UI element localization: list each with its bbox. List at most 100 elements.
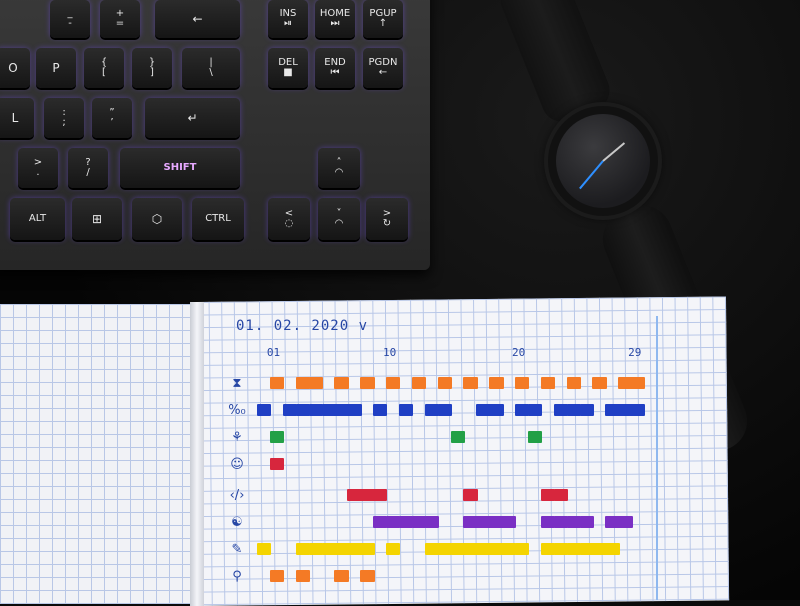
mark-percent-day-3 (295, 404, 311, 416)
key-2: ← (155, 0, 240, 38)
key-24: ⬡ (132, 198, 182, 240)
key-19: ? / (68, 148, 108, 188)
key-23: ⊞ (72, 198, 122, 240)
mark-pencil-day-0 (257, 543, 272, 555)
key-11: DEL ■ (268, 48, 308, 88)
key-10: | \ (182, 48, 240, 88)
mark-hourglass-day-10 (386, 377, 401, 389)
mark-hourglass-day-22 (540, 377, 556, 389)
mark-percent-day-23 (553, 404, 569, 416)
mark-yin-yang-day-19 (502, 516, 517, 528)
mark-percent-day-21 (527, 404, 543, 416)
mark-percent-day-0 (257, 404, 272, 416)
mark-code-day-16 (463, 489, 478, 501)
key-13: PGDN ← (363, 48, 403, 88)
mark-percent-day-13 (424, 404, 440, 416)
day-label-29: 29 (628, 346, 642, 359)
day-label-10: 10 (383, 346, 397, 359)
key-4: HOME ⏭ (315, 0, 355, 38)
notebook (0, 296, 735, 606)
mark-hourglass-day-4 (308, 377, 323, 389)
mark-puzzle-day-15 (450, 431, 465, 443)
mark-bicycle-day-8 (360, 570, 375, 582)
mark-pencil-day-24 (566, 543, 581, 555)
smiley-icon: ☺ (230, 456, 244, 472)
mark-puzzle-day-1 (269, 431, 285, 443)
mark-hourglass-day-14 (437, 377, 452, 389)
mark-pencil-day-13 (424, 543, 440, 555)
key-9: } ] (132, 48, 172, 88)
mark-code-day-23 (553, 489, 569, 501)
key-18: > . (18, 148, 58, 188)
mark-smiley-day-1 (269, 458, 285, 470)
bicycle-icon: ⚲ (232, 568, 242, 584)
mark-hourglass-day-29 (631, 377, 646, 389)
mark-hourglass-day-26 (592, 377, 607, 389)
percent-icon: %₀ (228, 402, 246, 418)
mark-percent-day-14 (437, 404, 452, 416)
day-label-20: 20 (512, 346, 526, 359)
mark-yin-yang-day-28 (618, 516, 633, 528)
mark-hourglass-day-20 (515, 377, 530, 389)
mark-hourglass-day-24 (566, 377, 581, 389)
key-15: : ; (44, 98, 84, 138)
key-21: ˄ ◠ (318, 148, 360, 188)
key-5: PGUP ↑ (363, 0, 403, 38)
mark-bicycle-day-1 (269, 570, 285, 582)
mark-pencil-day-3 (295, 543, 311, 555)
code-icon: ‹/› (229, 487, 245, 503)
mark-bicycle-day-3 (295, 570, 311, 582)
key-3: INS ⏯ (268, 0, 308, 38)
key-0: _ - (50, 0, 90, 38)
key-14: L (0, 98, 34, 138)
yin-yang-icon: ☯ (231, 514, 243, 530)
key-27: ˅ ◠ (318, 198, 360, 240)
notebook-right-page (196, 296, 730, 606)
mark-pencil-day-8 (360, 543, 375, 555)
mark-pencil-day-23 (553, 543, 569, 555)
keyboard: _ - + = ← INS ⏯ HOME ⏭ PGUP ↑ O P{ [} ] | \ DEL ■… (0, 0, 430, 270)
key-26: < ◌ (268, 198, 310, 240)
key-20: SHIFT (120, 148, 240, 188)
key-17: ↵ (145, 98, 240, 138)
puzzle-icon: ⚘ (231, 429, 243, 445)
key-12: END ⏮ (315, 48, 355, 88)
mark-percent-day-9 (373, 404, 388, 416)
mark-puzzle-day-21 (527, 431, 543, 443)
notebook-left-page (0, 304, 195, 604)
mark-hourglass-day-1 (269, 377, 285, 389)
day-label-01: 01 (266, 346, 281, 359)
mark-percent-day-4 (308, 404, 323, 416)
mark-percent-day-7 (347, 404, 362, 416)
mark-hourglass-day-16 (463, 377, 478, 389)
mark-yin-yang-day-25 (579, 516, 594, 528)
mark-percent-day-29 (631, 404, 646, 416)
mark-yin-yang-day-24 (566, 516, 581, 528)
mark-pencil-day-10 (386, 543, 401, 555)
key-6: O (0, 48, 30, 88)
mark-pencil-day-27 (605, 543, 620, 555)
mark-hourglass-day-6 (334, 377, 349, 389)
mark-percent-day-25 (579, 404, 594, 416)
pencil-icon: ✎ (231, 541, 243, 557)
mark-yin-yang-day-13 (424, 516, 440, 528)
handwritten-date: 01. 02. 2020 v (236, 318, 369, 334)
key-25: CTRL (192, 198, 244, 240)
notebook-margin-line (656, 316, 658, 600)
notebook-spine (190, 302, 204, 606)
mark-percent-day-11 (398, 404, 414, 416)
mark-hourglass-day-3 (295, 377, 311, 389)
key-22: ALT (10, 198, 65, 240)
mark-pencil-day-20 (515, 543, 530, 555)
key-16: ” ’ (92, 98, 132, 138)
mark-bicycle-day-6 (334, 570, 349, 582)
key-1: + = (100, 0, 140, 38)
mark-percent-day-24 (566, 404, 581, 416)
mark-hourglass-day-18 (489, 377, 504, 389)
mark-percent-day-18 (489, 404, 504, 416)
key-8: { [ (84, 48, 124, 88)
key-7: P (36, 48, 76, 88)
key-28: > ↻ (366, 198, 408, 240)
mark-yin-yang-day-23 (553, 516, 569, 528)
hourglass-icon: ⧗ (232, 375, 242, 391)
